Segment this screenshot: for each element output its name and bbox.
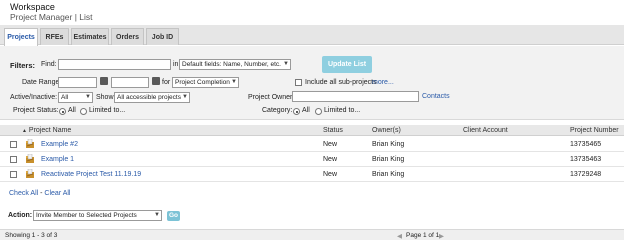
- include-subprojects-checkbox[interactable]: [295, 79, 302, 86]
- find-label: Find:: [41, 61, 57, 68]
- row-checkbox[interactable]: [10, 171, 17, 178]
- project-status: New: [323, 171, 338, 178]
- action-label: Action:: [8, 212, 33, 219]
- showing-count: Showing 1 - 3 of 3: [5, 232, 58, 239]
- tab-orders[interactable]: Orders: [111, 28, 144, 45]
- column-project-name-label: Project Name: [28, 127, 72, 134]
- calendar-icon[interactable]: [152, 77, 160, 85]
- find-input[interactable]: [58, 59, 171, 70]
- project-owner: Brian King: [372, 141, 405, 148]
- date-range-label: Date Range:: [22, 79, 62, 86]
- project-owner-input[interactable]: [292, 91, 419, 102]
- column-project-number[interactable]: Project Number: [570, 127, 619, 134]
- calendar-icon[interactable]: [100, 77, 108, 85]
- show-label: Show:: [96, 94, 116, 101]
- action-select-value: Invite Member to Selected Projects: [36, 212, 137, 219]
- status-all-radio[interactable]: [59, 108, 66, 115]
- project-status-label: Project Status:: [13, 107, 59, 114]
- tab-rfes[interactable]: RFEs: [40, 28, 69, 45]
- project-owner: Brian King: [372, 156, 405, 163]
- in-label: in: [173, 61, 179, 68]
- tab-projects[interactable]: Projects: [4, 28, 38, 46]
- project-name-link[interactable]: Example 1: [41, 156, 74, 163]
- table-header: ▲ Project Name Status Owner(s) Client Ac…: [0, 125, 624, 136]
- date-type-select-value: Project Completion: [175, 79, 230, 86]
- column-owners[interactable]: Owner(s): [372, 127, 401, 134]
- active-inactive-select[interactable]: All ▼: [58, 92, 93, 103]
- status-limited-radio[interactable]: [80, 108, 87, 115]
- search-fields-select[interactable]: Default fields: Name, Number, etc. ▼: [179, 59, 291, 70]
- category-all-radio[interactable]: [293, 108, 300, 115]
- column-project-name[interactable]: ▲ Project Name: [22, 127, 71, 134]
- go-button[interactable]: Go: [167, 211, 180, 221]
- chevron-down-icon: ▼: [182, 94, 188, 100]
- tab-job-id[interactable]: Job ID: [146, 28, 179, 45]
- project-number: 13735465: [570, 141, 602, 148]
- project-status: New: [323, 141, 338, 148]
- tab-bar: Projects RFEs Estimates Orders Job ID: [0, 25, 624, 46]
- project-status: New: [323, 156, 338, 163]
- filters-title: Filters:: [10, 61, 36, 70]
- page-header: Workspace Project Manager | List: [0, 0, 624, 24]
- table-row[interactable]: Example #2 New Brian King 13735465: [0, 137, 624, 152]
- show-select[interactable]: All accessible projects ▼: [114, 92, 190, 103]
- select-links: Check All - Clear All: [9, 190, 71, 197]
- next-page-icon[interactable]: ▶: [439, 232, 444, 240]
- page-indicator: Page 1 of 1: [406, 232, 440, 239]
- project-folder-icon: [26, 169, 34, 178]
- show-select-value: All accessible projects: [117, 94, 181, 101]
- chevron-down-icon: ▼: [85, 94, 91, 100]
- chevron-down-icon: ▼: [283, 61, 289, 67]
- clear-all-link[interactable]: Clear All: [44, 190, 70, 197]
- contacts-link[interactable]: Contacts: [422, 93, 450, 100]
- project-name-link[interactable]: Reactivate Project Test 11.19.19: [41, 171, 141, 178]
- status-limited-label: Limited to...: [89, 107, 126, 114]
- check-all-link[interactable]: Check All: [9, 190, 38, 197]
- date-to-input[interactable]: [111, 77, 149, 88]
- search-fields-select-value: Default fields: Name, Number, etc.: [182, 61, 281, 68]
- action-select[interactable]: Invite Member to Selected Projects ▼: [33, 210, 162, 221]
- row-checkbox[interactable]: [10, 141, 17, 148]
- chevron-down-icon: ▼: [154, 212, 160, 218]
- active-inactive-select-value: All: [61, 94, 69, 101]
- tab-estimates[interactable]: Estimates: [71, 28, 109, 45]
- sort-ascending-icon: ▲: [22, 128, 27, 134]
- project-number: 13729248: [570, 171, 602, 178]
- project-name-link[interactable]: Example #2: [41, 141, 78, 148]
- status-all-label: All: [68, 107, 76, 114]
- column-status[interactable]: Status: [323, 127, 343, 134]
- date-from-input[interactable]: [58, 77, 97, 88]
- chevron-down-icon: ▼: [231, 79, 237, 85]
- project-owner-label: Project Owner:: [248, 94, 295, 101]
- column-client-account[interactable]: Client Account: [463, 127, 508, 134]
- active-inactive-label: Active/Inactive:: [10, 94, 58, 101]
- prev-page-icon[interactable]: ◀: [397, 232, 402, 240]
- category-label: Category:: [262, 107, 293, 114]
- table-row[interactable]: Example 1 New Brian King 13735463: [0, 152, 624, 167]
- project-number: 13735463: [570, 156, 602, 163]
- category-limited-radio[interactable]: [315, 108, 322, 115]
- date-type-select[interactable]: Project Completion ▼: [172, 77, 239, 88]
- category-all-label: All: [302, 107, 310, 114]
- for-label: for: [162, 79, 171, 86]
- table-row[interactable]: Reactivate Project Test 11.19.19 New Bri…: [0, 167, 624, 182]
- page-subtitle: Project Manager | List: [10, 12, 93, 22]
- category-limited-label: Limited to...: [324, 107, 361, 114]
- project-owner: Brian King: [372, 171, 405, 178]
- workspace-title: Workspace: [10, 2, 55, 12]
- row-checkbox[interactable]: [10, 156, 17, 163]
- pagination-footer: Showing 1 - 3 of 3 ◀ Page 1 of 1 ▶: [0, 229, 624, 240]
- include-subprojects-label: Include all sub-projects: [305, 79, 377, 86]
- project-folder-icon: [26, 139, 34, 148]
- include-subprojects-more-link[interactable]: more...: [372, 79, 394, 86]
- update-list-button[interactable]: Update List: [322, 56, 372, 73]
- project-folder-icon: [26, 154, 34, 163]
